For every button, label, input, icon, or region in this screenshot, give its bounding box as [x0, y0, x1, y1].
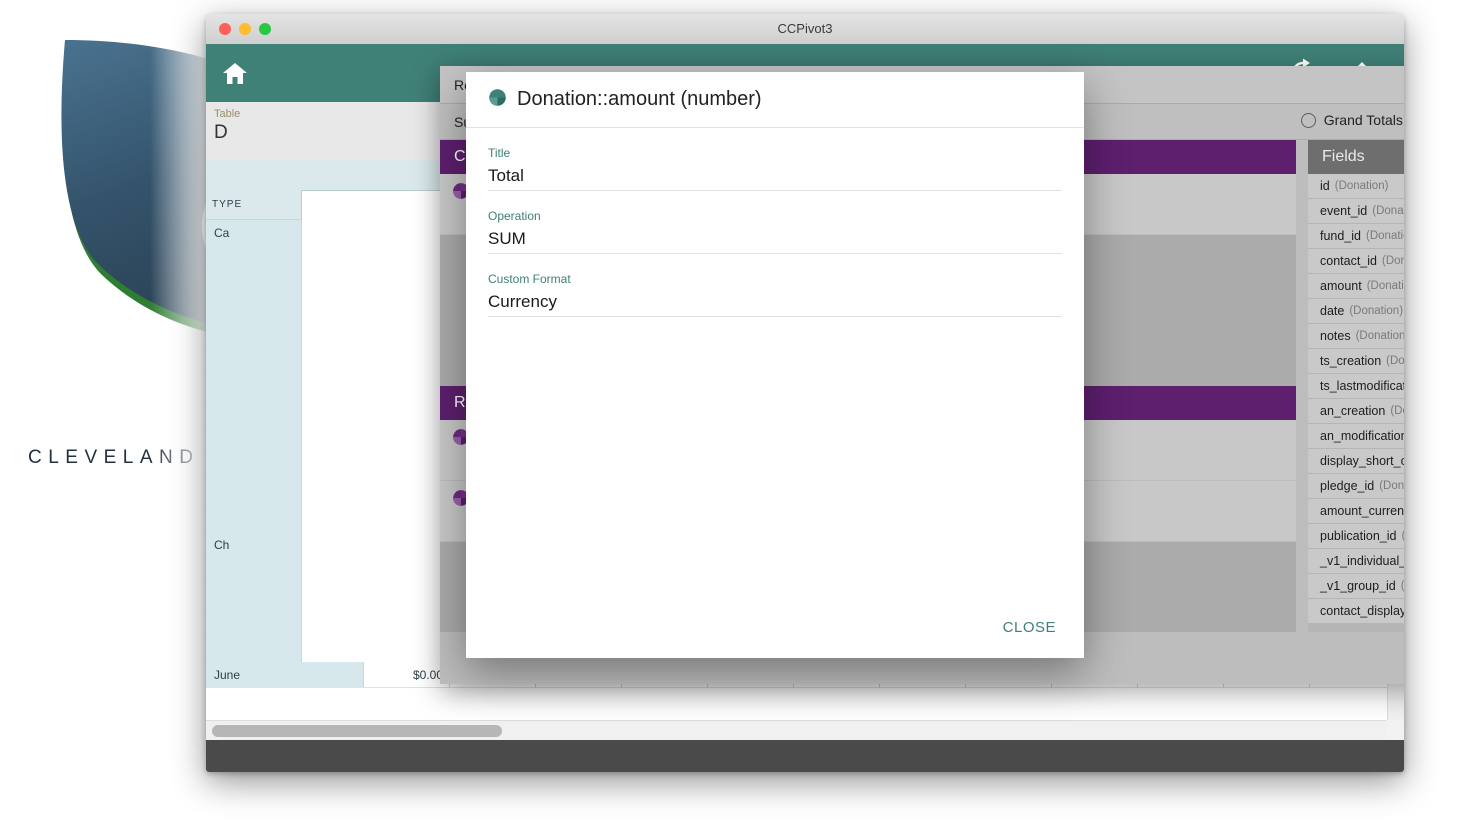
field-list-item[interactable]: an_modification(Donation): [1308, 424, 1404, 449]
grid-row-header[interactable]: [206, 272, 302, 298]
field-name: _v1_individual_id: [1320, 554, 1404, 568]
radio-label: Grand Totals Only: [1323, 112, 1404, 128]
field-list-item[interactable]: _v1_individual_id(Donation): [1308, 549, 1404, 574]
field-source: (Donation): [1355, 330, 1404, 342]
sheet-tag: Table: [214, 108, 241, 120]
field-source: (Donation): [1401, 580, 1404, 592]
grid-row-header[interactable]: [206, 610, 302, 636]
field-value[interactable]: SUM: [488, 229, 1062, 249]
field-list-item[interactable]: id (Donation): [1308, 174, 1404, 199]
field-source: (Donation): [1372, 205, 1404, 217]
grid-row-header[interactable]: June: [206, 662, 364, 688]
field-list-item[interactable]: ts_creation (Donation): [1308, 349, 1404, 374]
field-source: (Donation): [1349, 305, 1404, 317]
grid-stub-header: TYPE: [206, 190, 302, 220]
modal-field-operation[interactable]: Operation SUM: [488, 191, 1062, 254]
grid-horizontal-scrollbar[interactable]: [206, 720, 1386, 741]
field-name: fund_id: [1320, 229, 1362, 243]
radio-grand-totals-only[interactable]: Grand Totals Only: [1300, 112, 1404, 128]
grid-row-header[interactable]: [206, 584, 302, 610]
grid-row-header[interactable]: [206, 428, 302, 454]
modal-field-title[interactable]: Title Total: [488, 128, 1062, 191]
field-name: an_creation: [1320, 404, 1386, 418]
fields-header: Fields: [1308, 140, 1404, 174]
grid-row-header[interactable]: [206, 324, 302, 350]
field-source: (Donation): [1390, 405, 1404, 417]
field-name: date: [1320, 304, 1345, 318]
field-label: Title: [488, 146, 511, 160]
fields-list[interactable]: id (Donation) event_id (Donation) fund_id (Do…: [1308, 174, 1404, 632]
field-list-item[interactable]: contact_display_c(Donation): [1308, 599, 1404, 624]
field-list-item[interactable]: date (Donation): [1308, 299, 1404, 324]
field-list-item[interactable]: amount (Donation): [1308, 274, 1404, 299]
grid-row-header[interactable]: [206, 298, 302, 324]
field-label: Custom Format: [488, 272, 571, 286]
field-list-item[interactable]: display_short_c(Donation): [1308, 449, 1404, 474]
window-title: CCPivot3: [777, 21, 833, 36]
grid-row-header[interactable]: [206, 402, 302, 428]
field-name: event_id: [1320, 204, 1368, 218]
modal-header: Donation::amount (number): [466, 72, 1084, 128]
field-list-item[interactable]: _v1_group_id (Donation): [1308, 574, 1404, 599]
pie-chart-icon: [488, 88, 507, 112]
radio-circle-icon: [1300, 112, 1316, 128]
field-name: publication_id: [1320, 529, 1397, 543]
field-source: (Donation): [1379, 480, 1404, 492]
field-source: (Donation): [1381, 255, 1404, 267]
field-list-item[interactable]: an_creation (Donation): [1308, 399, 1404, 424]
field-settings-modal: Donation::amount (number) Title Total Op…: [466, 72, 1084, 658]
field-name: amount_currency_c: [1320, 504, 1404, 518]
modal-close-button[interactable]: CLOSE: [1003, 619, 1056, 636]
field-name: contact_display_c: [1320, 604, 1404, 618]
grid-row-header[interactable]: [206, 376, 302, 402]
summary-type-radio-group: Grand Totals Only None: [1300, 112, 1404, 128]
field-list-item[interactable]: fund_id (Donation): [1308, 224, 1404, 249]
field-source: (Donation): [1366, 280, 1404, 292]
field-name: notes: [1320, 329, 1351, 343]
field-list-item[interactable]: contact_id (Donation): [1308, 249, 1404, 274]
field-name: ts_lastmodification: [1320, 379, 1404, 393]
grid-row-header[interactable]: [206, 454, 302, 480]
grid-row-header[interactable]: [206, 480, 302, 506]
field-name: amount: [1320, 279, 1362, 293]
field-source: (Donation): [1401, 530, 1404, 542]
field-list-item[interactable]: notes (Donation): [1308, 324, 1404, 349]
field-name: an_modification: [1320, 429, 1404, 443]
grid-cell[interactable]: $0.00: [364, 662, 450, 688]
field-value[interactable]: Total: [488, 166, 1062, 186]
field-source: (Donation): [1386, 355, 1404, 367]
modal-title: Donation::amount (number): [517, 88, 762, 110]
field-list-item[interactable]: event_id (Donation): [1308, 199, 1404, 224]
grid-horizontal-scroll-thumb[interactable]: [212, 725, 502, 737]
window-footer: [206, 740, 1404, 772]
field-name: contact_id: [1320, 254, 1377, 268]
field-list-item[interactable]: publication_id (Donation): [1308, 524, 1404, 549]
grid-row-header[interactable]: [206, 506, 302, 532]
window-titlebar: CCPivot3: [206, 14, 1404, 45]
grid-row-header[interactable]: [206, 350, 302, 376]
home-icon[interactable]: [220, 58, 250, 88]
field-name: ts_creation: [1320, 354, 1382, 368]
field-name: id: [1320, 179, 1330, 193]
field-label: Operation: [488, 209, 541, 223]
fields-panel: Fields id(Donation)event_id(Donation)fun…: [1308, 140, 1404, 632]
field-list-item[interactable]: ts_lastmodification(Donation): [1308, 374, 1404, 399]
field-list-item[interactable]: pledge_id (Donation): [1308, 474, 1404, 499]
field-name: display_short_c: [1320, 454, 1404, 468]
grid-row-header[interactable]: Ca: [206, 220, 302, 246]
sheet-title: D: [214, 122, 228, 143]
field-source: (Donation): [1366, 230, 1404, 242]
field-value[interactable]: Currency: [488, 292, 1062, 312]
grid-row-header[interactable]: Ch: [206, 532, 302, 558]
grid-row-header[interactable]: [206, 636, 302, 662]
field-list-item[interactable]: amount_currency_c(Donation): [1308, 499, 1404, 524]
grid-row-header[interactable]: [206, 246, 302, 272]
field-source: (Donation): [1334, 180, 1389, 192]
grid-row-header[interactable]: [206, 558, 302, 584]
modal-field-custom-format[interactable]: Custom Format Currency: [488, 254, 1062, 317]
field-name: pledge_id: [1320, 479, 1375, 493]
field-name: _v1_group_id: [1320, 579, 1396, 593]
